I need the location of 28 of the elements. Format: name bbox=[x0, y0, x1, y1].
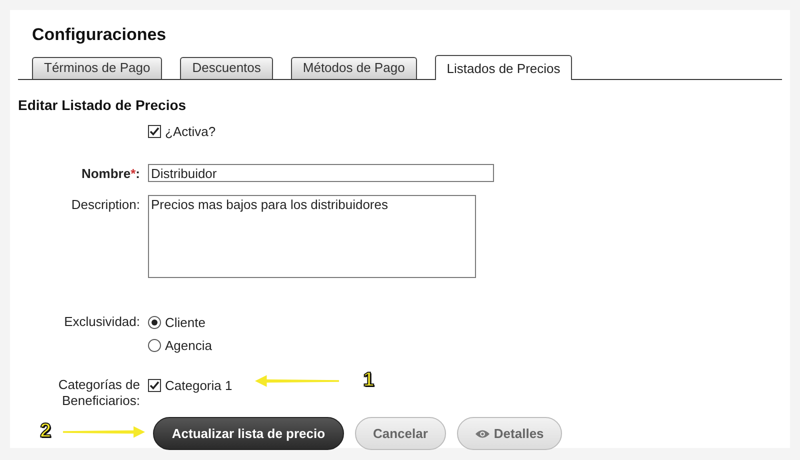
radio-button[interactable] bbox=[148, 316, 161, 328]
tab[interactable]: Métodos de Pago bbox=[290, 57, 417, 79]
update-button[interactable]: Actualizar lista de precio bbox=[153, 417, 344, 450]
radio-label: Agencia bbox=[165, 338, 212, 352]
step-number: 2 bbox=[40, 420, 52, 443]
checkbox-label: Categoria 1 bbox=[165, 378, 232, 392]
radio-button[interactable] bbox=[148, 338, 161, 352]
arrow-icon bbox=[255, 372, 339, 388]
tab[interactable]: Descuentos bbox=[180, 57, 273, 79]
cancel-button[interactable]: Cancelar bbox=[355, 417, 446, 450]
radio-label: Cliente bbox=[165, 314, 206, 330]
text-area[interactable]: Precios mas bajos para los distribuidores bbox=[148, 195, 476, 278]
details-button[interactable]: Detalles bbox=[456, 417, 562, 450]
arrow-icon bbox=[63, 424, 146, 440]
section-title: Editar Listado de Precios bbox=[18, 97, 188, 115]
checkbox[interactable] bbox=[148, 378, 161, 392]
field-label: Nombre*: bbox=[81, 166, 140, 181]
field-label: Exclusividad: bbox=[64, 314, 140, 329]
field-label: Categorías de Beneficiarios: bbox=[57, 377, 140, 409]
step-number: 1 bbox=[363, 369, 374, 392]
input-field[interactable]: Distribuidor bbox=[148, 164, 494, 182]
eye-icon bbox=[474, 428, 490, 438]
checkbox[interactable] bbox=[148, 124, 161, 138]
tab[interactable]: Listados de Precios bbox=[434, 55, 572, 80]
tab[interactable]: Términos de Pago bbox=[32, 57, 162, 79]
checkbox-label: ¿Activa? bbox=[165, 124, 216, 138]
field-label: Description: bbox=[71, 197, 140, 212]
page-title: Configuraciones bbox=[31, 24, 168, 45]
